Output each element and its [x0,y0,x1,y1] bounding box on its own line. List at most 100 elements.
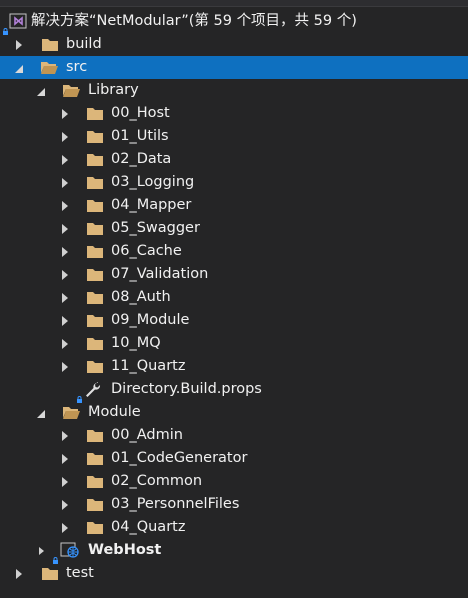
folder-icon [86,243,104,259]
chevron-right-icon[interactable] [59,286,71,309]
folder-icon [41,36,59,52]
chevron-right-icon[interactable] [59,447,71,470]
folder-icon [86,450,104,466]
tree-item-label: 04_Quartz [111,519,186,535]
folder-icon [86,335,104,351]
tree-item-folder[interactable]: 00_Host [0,102,468,125]
tree-item-src[interactable]: src [0,56,468,79]
tree-item-folder[interactable]: 06_Cache [0,240,468,263]
tree-item-folder[interactable]: 07_Validation [0,263,468,286]
tree-item-label: 03_Logging [111,174,195,190]
solution-icon [9,13,27,29]
tree-item-library[interactable]: Library [0,79,468,102]
tree-item-folder[interactable]: 10_MQ [0,332,468,355]
folder-icon [86,312,104,328]
tree-item-label: Directory.Build.props [111,381,262,397]
tree-item-folder[interactable]: 02_Common [0,470,468,493]
chevron-right-icon[interactable] [59,516,71,539]
lock-icon [53,549,58,564]
tree-item-label: 05_Swagger [111,220,200,236]
window-top-strip [0,0,468,7]
solution-explorer-tree: 解决方案“NetModular”(第 59 个项目，共 59 个) build … [0,10,468,585]
tree-item-build[interactable]: build [0,33,468,56]
tree-item-webhost[interactable]: WebHost [0,539,468,564]
tree-item-label: test [66,565,94,581]
chevron-right-icon[interactable] [59,263,71,286]
tree-item-directory-build-props[interactable]: Directory.Build.props [0,378,468,403]
tree-item-label: 03_PersonnelFiles [111,496,240,512]
chevron-right-icon[interactable] [59,217,71,240]
folder-icon [86,266,104,282]
folder-icon [86,358,104,374]
wrench-icon [84,381,102,397]
tree-item-label: 06_Cache [111,243,182,259]
tree-item-test[interactable]: test [0,562,468,585]
tree-item-module[interactable]: Module [0,401,468,424]
chevron-down-icon[interactable] [36,401,48,424]
tree-item-label: 01_CodeGenerator [111,450,248,466]
chevron-right-icon[interactable] [59,424,71,447]
tree-item-label: 00_Admin [111,427,183,443]
folder-icon [86,289,104,305]
tree-item-label: src [66,59,88,75]
chevron-right-icon[interactable] [59,102,71,125]
chevron-right-icon[interactable] [59,125,71,148]
tree-item-label: 04_Mapper [111,197,192,213]
tree-item-folder[interactable]: 01_CodeGenerator [0,447,468,470]
tree-item-label: Module [88,404,141,420]
chevron-right-icon[interactable] [59,493,71,516]
tree-item-folder[interactable]: 03_Logging [0,171,468,194]
tree-item-folder[interactable]: 03_PersonnelFiles [0,493,468,516]
tree-item-folder[interactable]: 01_Utils [0,125,468,148]
tree-item-label: 02_Data [111,151,172,167]
tree-item-folder[interactable]: 04_Mapper [0,194,468,217]
folder-icon [86,174,104,190]
tree-item-label: 07_Validation [111,266,209,282]
chevron-right-icon[interactable] [59,171,71,194]
folder-icon [41,565,59,581]
web-project-icon [60,542,79,558]
chevron-right-icon[interactable] [59,332,71,355]
folder-icon [86,496,104,512]
chevron-down-icon[interactable] [36,79,48,102]
chevron-right-icon[interactable] [13,33,25,56]
tree-item-folder[interactable]: 11_Quartz [0,355,468,378]
tree-item-folder[interactable]: 02_Data [0,148,468,171]
tree-item-label: build [66,36,102,52]
tree-item-label: WebHost [88,542,162,558]
tree-item-label: 11_Quartz [111,358,186,374]
chevron-right-icon[interactable] [59,240,71,263]
folder-icon [86,220,104,236]
chevron-right-icon[interactable] [59,148,71,171]
chevron-right-icon[interactable] [13,562,25,585]
tree-item-label: 10_MQ [111,335,161,351]
chevron-right-icon[interactable] [59,470,71,493]
folder-icon [86,128,104,144]
chevron-down-icon[interactable] [14,56,26,79]
chevron-right-icon[interactable] [59,194,71,217]
lock-icon [3,20,8,35]
tree-item-label: Library [88,82,139,98]
folder-open-icon [62,404,80,420]
tree-item-folder[interactable]: 00_Admin [0,424,468,447]
folder-icon [86,427,104,443]
tree-item-label: 02_Common [111,473,203,489]
tree-item-folder[interactable]: 08_Auth [0,286,468,309]
chevron-right-icon[interactable] [36,539,48,562]
tree-item-folder[interactable]: 09_Module [0,309,468,332]
folder-icon [86,151,104,167]
folder-open-icon [62,82,80,98]
tree-item-label: 08_Auth [111,289,171,305]
solution-label: 解决方案“NetModular”(第 59 个项目，共 59 个) [31,13,357,29]
lock-icon [77,388,82,403]
folder-icon [86,197,104,213]
tree-item-folder[interactable]: 05_Swagger [0,217,468,240]
chevron-right-icon[interactable] [59,309,71,332]
folder-icon [86,473,104,489]
chevron-right-icon[interactable] [59,355,71,378]
tree-item-label: 09_Module [111,312,190,328]
tree-item-label: 01_Utils [111,128,169,144]
solution-node[interactable]: 解决方案“NetModular”(第 59 个项目，共 59 个) [0,10,468,35]
tree-item-folder[interactable]: 04_Quartz [0,516,468,539]
folder-icon [86,105,104,121]
